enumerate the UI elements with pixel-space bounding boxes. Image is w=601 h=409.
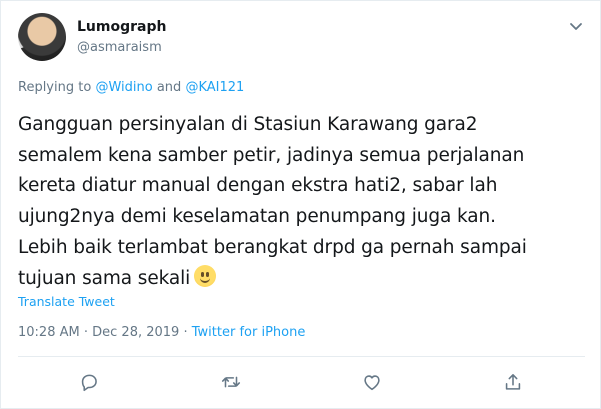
mention-kai121[interactable]: @KAI121: [185, 80, 244, 95]
tweet-meta: 10:28 AM · Dec 28, 2019 · Twitter for iP…: [18, 325, 305, 340]
tweet-text: Gangguan persinyalan di Stasiun Karawang…: [18, 110, 588, 294]
tweet-line: semalem kena samber petir, jadinya semua…: [18, 144, 525, 166]
mention-widino[interactable]: @Widino: [95, 80, 152, 95]
chevron-down-icon[interactable]: [567, 19, 585, 33]
reply-icon[interactable]: [78, 371, 102, 395]
heart-icon[interactable]: [361, 371, 385, 395]
translate-tweet-link[interactable]: Translate Tweet: [18, 294, 115, 309]
display-name[interactable]: Lumograph: [77, 19, 166, 35]
tweet-client[interactable]: Twitter for iPhone: [192, 325, 306, 340]
tweet-last-line: tujuan sama sekali: [18, 264, 588, 295]
tweet-line: Lebih baik terlambat berangkat drpd ga p…: [18, 236, 527, 258]
meta-separator: ·: [183, 325, 188, 340]
slightly-smiling-face-emoji: [194, 264, 217, 287]
share-icon[interactable]: [502, 371, 526, 395]
user-handle[interactable]: @asmaraism: [77, 40, 162, 55]
retweet-icon[interactable]: [220, 371, 244, 395]
avatar[interactable]: [18, 13, 66, 61]
tweet-line: kereta diatur manual dengan ekstra hati2…: [18, 175, 498, 197]
replying-conjunction: and: [156, 80, 182, 95]
tweet-line: Gangguan persinyalan di Stasiun Karawang…: [18, 114, 478, 135]
tweet-time[interactable]: 10:28 AM: [18, 325, 80, 340]
tweet-line: ujung2nya demi keselamatan penumpang jug…: [18, 206, 496, 228]
divider: [18, 356, 585, 357]
tweet-card: Lumograph @asmaraism Replying to @Widino…: [0, 0, 601, 409]
meta-separator: ·: [83, 325, 88, 340]
replying-prefix: Replying to: [18, 80, 92, 95]
tweet-line: tujuan sama sekali: [18, 267, 191, 289]
tweet-date[interactable]: Dec 28, 2019: [92, 325, 179, 340]
replying-to: Replying to @Widino and @KAI121: [18, 80, 244, 95]
